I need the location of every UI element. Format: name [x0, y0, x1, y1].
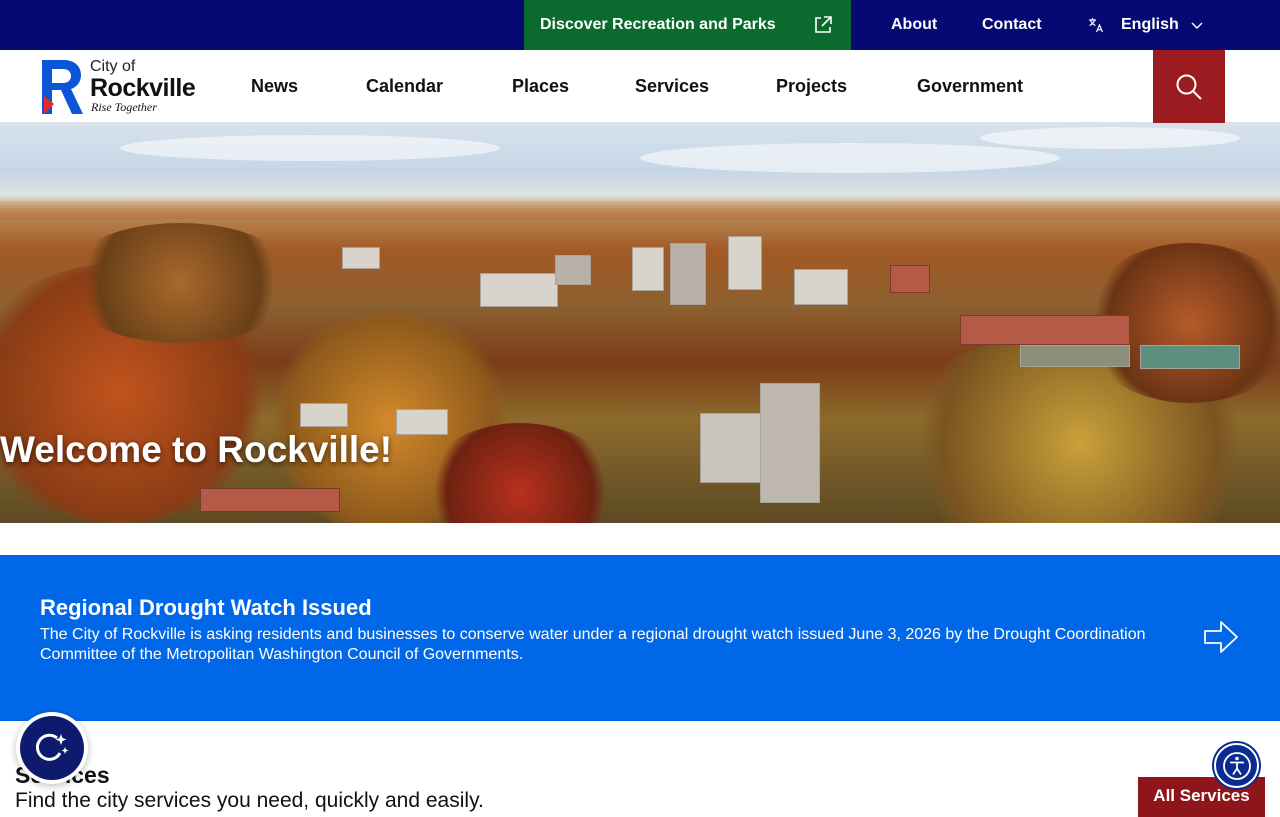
search-button[interactable]	[1153, 50, 1225, 123]
logo-tagline: Rise Together	[91, 100, 157, 114]
city-logo[interactable]: City of Rockville Rise Together	[40, 58, 210, 116]
rockville-logo-mark	[42, 60, 83, 114]
nav-government[interactable]: Government	[917, 50, 1023, 123]
utility-bar: Discover Recreation and Parks About Cont…	[0, 0, 1280, 50]
about-link[interactable]: About	[891, 0, 937, 50]
alert-banner[interactable]: Regional Drought Watch Issued The City o…	[0, 555, 1280, 721]
recreation-parks-link[interactable]: Discover Recreation and Parks	[524, 0, 851, 50]
translate-icon	[1089, 18, 1104, 33]
main-header: City of Rockville Rise Together News Cal…	[0, 50, 1280, 123]
hero-title: Welcome to Rockville!	[0, 429, 393, 470]
nav-services[interactable]: Services	[635, 50, 709, 123]
nav-projects[interactable]: Projects	[776, 50, 847, 123]
search-icon	[1176, 74, 1202, 100]
services-subtitle: Find the city services you need, quickly…	[15, 789, 484, 812]
hero-banner: Welcome to Rockville!	[0, 123, 1280, 523]
alert-body: The City of Rockville is asking resident…	[40, 626, 1146, 663]
logo-line-2: Rockville	[90, 74, 196, 102]
ai-assistant-icon	[35, 733, 69, 761]
chevron-down-icon	[1191, 22, 1203, 29]
nav-calendar[interactable]: Calendar	[366, 50, 443, 123]
recreation-parks-label: Discover Recreation and Parks	[540, 16, 776, 33]
ai-assistant-button[interactable]	[16, 712, 88, 784]
arrow-right-icon[interactable]	[1203, 620, 1239, 654]
accessibility-button[interactable]	[1214, 743, 1259, 788]
nav-places[interactable]: Places	[512, 50, 569, 123]
contact-link[interactable]: Contact	[982, 0, 1042, 50]
language-label: English	[1121, 16, 1179, 33]
language-selector[interactable]: English	[1088, 0, 1203, 50]
external-link-icon	[815, 16, 832, 33]
nav-news[interactable]: News	[251, 50, 298, 123]
accessibility-icon	[1222, 751, 1251, 780]
alert-title[interactable]: Regional Drought Watch Issued	[40, 595, 372, 621]
